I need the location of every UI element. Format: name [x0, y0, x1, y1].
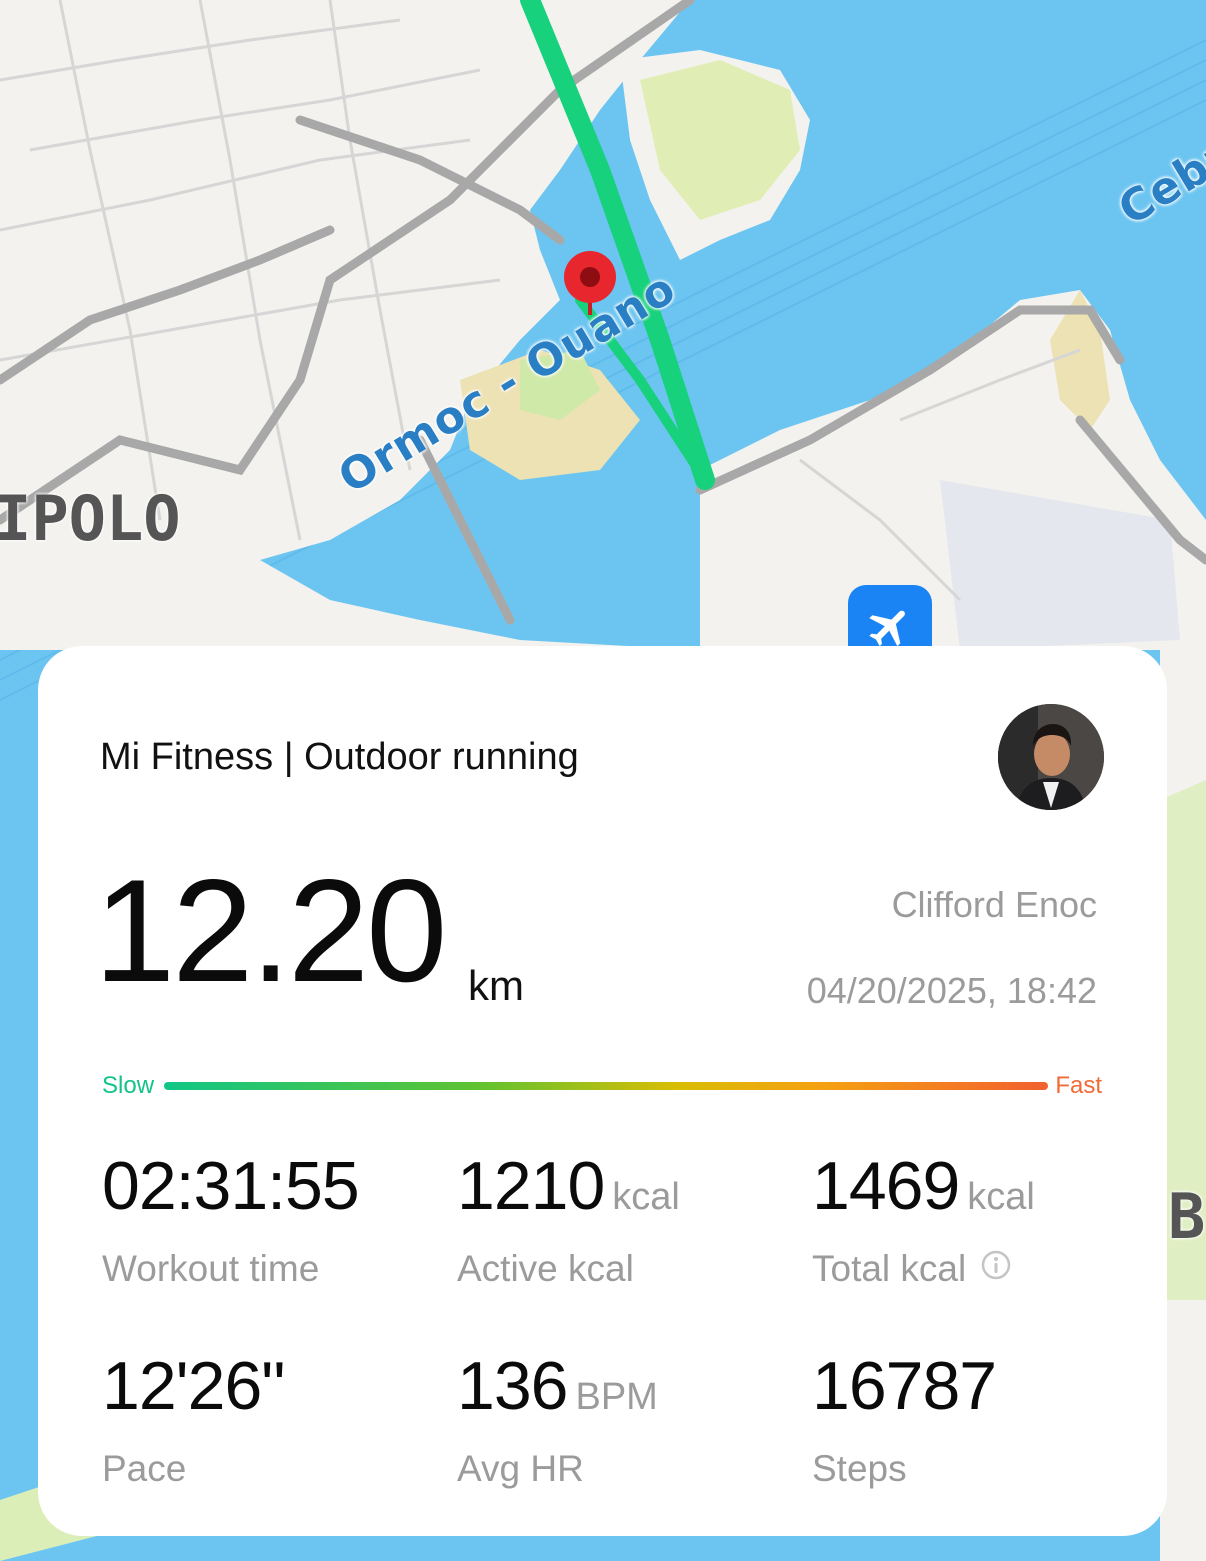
stat-label: Pace: [102, 1448, 187, 1489]
stat-unit: BPM: [575, 1376, 658, 1418]
stat-unit: kcal: [967, 1176, 1035, 1218]
stat-value: 1210 kcal: [457, 1148, 680, 1224]
stat-active-kcal: 1210 kcal Active kcal: [457, 1152, 797, 1290]
speed-fast-label: Fast: [1055, 1072, 1102, 1099]
app-title: Mi Fitness | Outdoor running: [100, 736, 579, 778]
district-label-left: IPOLO: [0, 482, 181, 555]
workout-datetime: 04/20/2025, 18:42: [806, 970, 1097, 1011]
stat-workout-time: 02:31:55 Workout time: [102, 1152, 442, 1290]
workout-summary-card: Mi Fitness | Outdoor running 12.20 km Cl…: [38, 646, 1167, 1536]
distance-unit: km: [468, 962, 524, 1009]
stat-value: 136 BPM: [457, 1348, 658, 1424]
stat-value: 02:31:55: [102, 1148, 360, 1224]
speed-slow-label: Slow: [102, 1072, 155, 1099]
speed-gradient-bar: [164, 1082, 1048, 1090]
stat-value: 1469 kcal: [812, 1148, 1035, 1224]
stat-label: Workout time: [102, 1248, 320, 1289]
stat-avg-hr: 136 BPM Avg HR: [457, 1352, 797, 1490]
info-icon[interactable]: [980, 1248, 1012, 1290]
stat-label: Avg HR: [457, 1448, 584, 1489]
stat-total-kcal: 1469 kcal Total kcal: [812, 1152, 1152, 1290]
stat-label: Total kcal: [812, 1248, 1152, 1290]
airplane-icon: [869, 610, 905, 647]
stat-pace: 12'26" Pace: [102, 1352, 442, 1490]
stat-value: 16787: [812, 1348, 997, 1424]
stat-unit: kcal: [612, 1176, 680, 1218]
user-name: Clifford Enoc: [891, 884, 1097, 925]
stat-label: Active kcal: [457, 1248, 634, 1289]
stat-label: Steps: [812, 1448, 907, 1489]
stat-steps: 16787 Steps: [812, 1352, 1152, 1490]
distance-value: 12.20: [94, 849, 447, 1012]
stat-label-text: Total kcal: [812, 1248, 967, 1289]
district-label-right: B: [1168, 1180, 1206, 1253]
avatar[interactable]: [998, 704, 1104, 810]
speed-legend: Slow Fast: [102, 1070, 1102, 1102]
avatar-photo: [998, 704, 1104, 810]
stat-value: 12'26": [102, 1348, 285, 1424]
